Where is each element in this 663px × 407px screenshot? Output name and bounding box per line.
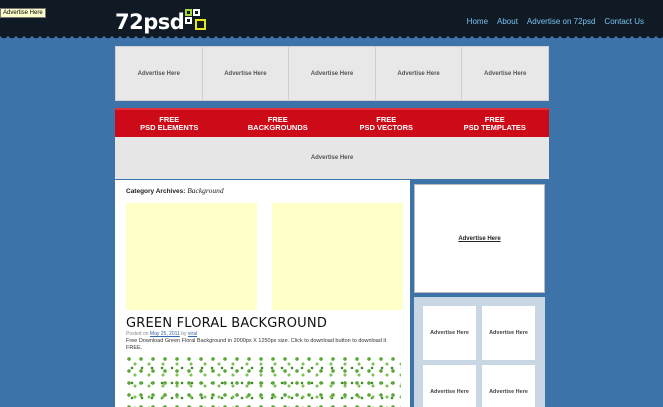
category-name: Background — [187, 186, 224, 195]
category-line2: BACKGROUNDS — [247, 123, 308, 132]
category-line2: PSD TEMPLATES — [463, 123, 526, 132]
nav-about[interactable]: About — [497, 17, 518, 26]
nav-advertise[interactable]: Advertise on 72psd — [527, 17, 596, 26]
category-prefix: Category Archives: — [126, 188, 186, 195]
nav-contact[interactable]: Contact Us — [604, 17, 644, 26]
top-ad-row: Advertise Here Advertise Here Advertise … — [115, 46, 549, 101]
category-backgrounds[interactable]: FREE BACKGROUNDS — [224, 110, 333, 137]
sidebar-small-ads: Advertise Here Advertise Here Advertise … — [414, 297, 545, 407]
small-ad-slot[interactable]: Advertise Here — [423, 365, 476, 407]
ad-slot[interactable]: Advertise Here — [289, 47, 376, 100]
category-psd-templates[interactable]: FREE PSD TEMPLATES — [441, 110, 550, 137]
nav-home[interactable]: Home — [467, 17, 488, 26]
floral-preview-image[interactable] — [126, 356, 401, 407]
small-ad-slot[interactable]: Advertise Here — [482, 365, 535, 407]
logo-squares-icon — [185, 9, 211, 33]
category-psd-vectors[interactable]: FREE PSD VECTORS — [332, 110, 441, 137]
category-line2: PSD VECTORS — [359, 123, 414, 132]
main-nav: Home About Advertise on 72psd Contact Us — [467, 17, 644, 26]
banner-ad[interactable]: Advertise Here — [115, 137, 549, 179]
category-line2: PSD ELEMENTS — [140, 123, 199, 132]
ad-slot[interactable]: Advertise Here — [203, 47, 290, 100]
thumbnail-placeholder[interactable] — [126, 203, 257, 310]
small-ad-slot[interactable]: Advertise Here — [482, 306, 535, 360]
author-link[interactable]: viral — [188, 331, 197, 337]
sidebar-big-ad: Advertise Here — [414, 184, 545, 293]
logo-text: 72psd — [115, 10, 185, 34]
category-psd-elements[interactable]: FREE PSD ELEMENTS — [115, 110, 224, 137]
site-logo[interactable]: 72psd — [115, 9, 211, 33]
post-title[interactable]: GREEN FLORAL BACKGROUND — [126, 316, 327, 331]
post-meta: Posted on May 25, 2011 by viral — [126, 331, 197, 337]
small-ad-slot[interactable]: Advertise Here — [423, 306, 476, 360]
header-wave-divider — [0, 34, 663, 40]
category-bar: FREE PSD ELEMENTS FREE BACKGROUNDS FREE … — [115, 108, 549, 137]
ad-slot[interactable]: Advertise Here — [116, 47, 203, 100]
post-date-link[interactable]: May 25, 2011 — [150, 331, 180, 337]
main-content: Category Archives: Background GREEN FLOR… — [115, 180, 410, 407]
ad-slot[interactable]: Advertise Here — [462, 47, 548, 100]
category-heading: Category Archives: Background — [126, 186, 224, 195]
posted-on-label: Posted on — [126, 331, 149, 337]
sidebar-big-ad-link[interactable]: Advertise Here — [458, 236, 500, 242]
post-description: Free Download Green Floral Background in… — [126, 338, 387, 351]
tooltip: Advertise Here — [0, 8, 46, 18]
by-label: by — [181, 331, 187, 337]
thumbnail-placeholder[interactable] — [272, 203, 403, 310]
ad-slot[interactable]: Advertise Here — [376, 47, 463, 100]
